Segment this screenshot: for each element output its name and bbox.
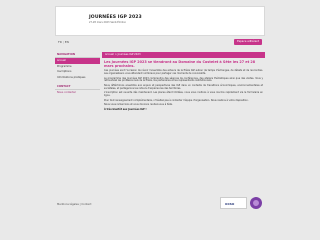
- paragraph-5: Pour tout renseignement complémentaire, …: [104, 98, 249, 102]
- member-area-button[interactable]: Espace adhérent: [234, 39, 262, 45]
- lang-separator: |: [62, 40, 64, 44]
- sidebar: NAVIGATION Accueil Programme Inscription…: [55, 52, 100, 96]
- site-title[interactable]: JOURNÉES IGP 2023: [89, 15, 142, 20]
- site-footer: Mentions légales | Contact ocso: [55, 196, 265, 214]
- page-wrapper: JOURNÉES IGP 2023 27-28 mars 2023 Saint-…: [55, 0, 265, 240]
- paragraph-6: Nous vous remercions et vous donnons ren…: [104, 103, 173, 107]
- partner-logo-icon[interactable]: [250, 197, 262, 209]
- paragraph-1: Ces journées sont l'occasion de réunir l…: [104, 69, 263, 75]
- top-bar: FR | EN Espace adhérent: [55, 38, 265, 48]
- partner-logo-text: ocso: [225, 201, 235, 206]
- main-content: Accueil > Journées IGP 2023 Les Journées…: [102, 52, 265, 202]
- paragraph-2: Le programme des Journées IGP 2023 compr…: [104, 76, 263, 83]
- closing-line: À très bientôt aux Journées IGP !: [104, 107, 147, 111]
- partner-logo-ocso[interactable]: ocso: [220, 197, 247, 209]
- sidebar-item-contact[interactable]: Nous contacter: [55, 90, 100, 96]
- language-switcher: FR | EN: [58, 40, 69, 44]
- intro-heading: Les Journées IGP 2023 se tiendront au Do…: [104, 59, 256, 68]
- lang-fr-link[interactable]: FR: [58, 40, 62, 44]
- lang-en-link[interactable]: EN: [65, 40, 69, 44]
- footer-links[interactable]: Mentions légales | Contact: [57, 203, 91, 206]
- site-header: JOURNÉES IGP 2023 27-28 mars 2023 Saint-…: [55, 6, 265, 36]
- partner-logo-inner: [253, 200, 259, 206]
- site-subtitle: 27-28 mars 2023 Saint-Émilion: [89, 21, 127, 24]
- breadcrumb: Accueil > Journées IGP 2023: [102, 52, 265, 58]
- paragraph-4: L'inscription est ouverte dès maintenant…: [104, 91, 263, 98]
- paragraph-3: Nous réfléchirons ensemble aux enjeux et…: [104, 83, 263, 90]
